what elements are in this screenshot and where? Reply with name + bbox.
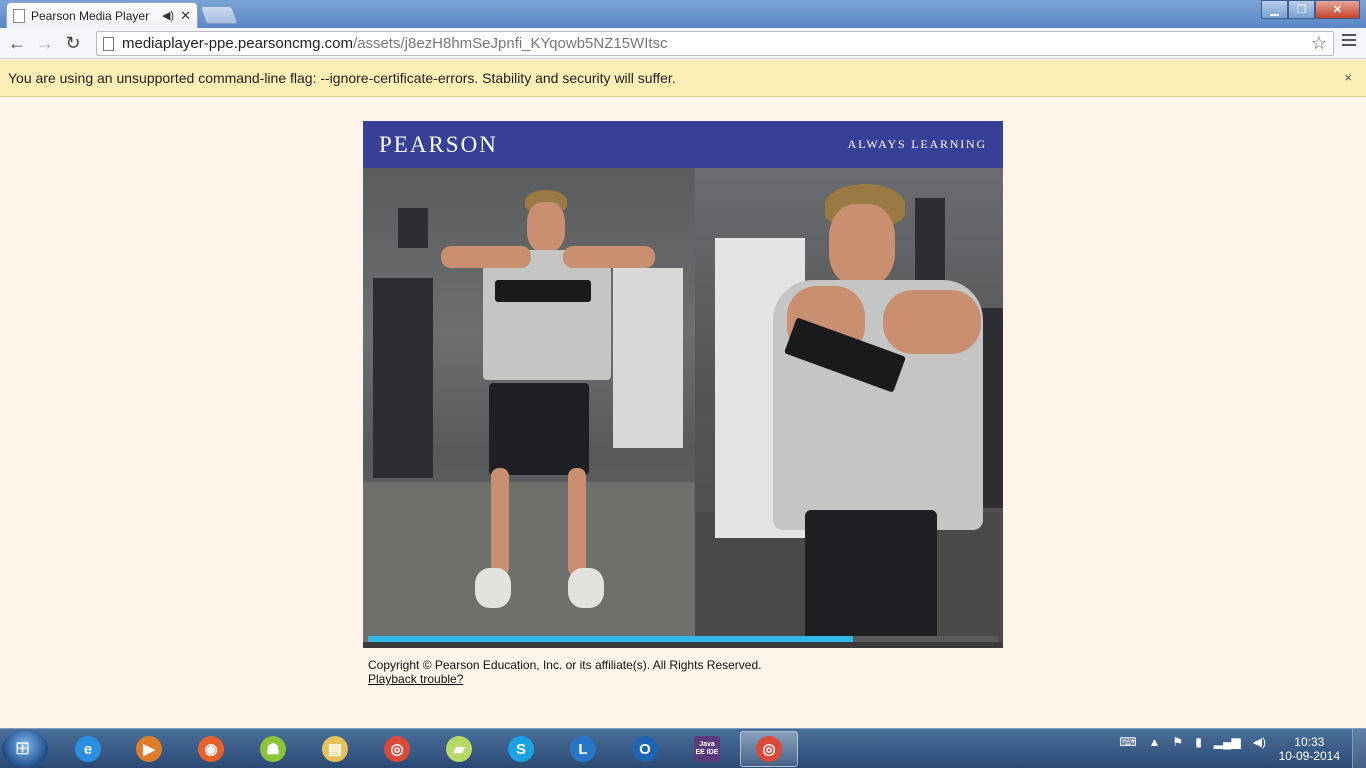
page-icon	[103, 36, 114, 51]
network-icon[interactable]: ▂▄▆	[1214, 735, 1241, 749]
chrome-icon: ◎	[384, 736, 410, 762]
taskbar-media-player-button[interactable]: ▶	[120, 731, 178, 767]
speaker-icon: ◀)	[161, 10, 175, 22]
bookmark-star-icon[interactable]: ☆	[1311, 33, 1327, 54]
new-tab-button[interactable]	[199, 6, 239, 24]
internet-explorer-icon: e	[75, 736, 101, 762]
media-player-icon: ▶	[136, 736, 162, 762]
url-path: /assets/j8ezH8hmSeJpnfi_KYqowb5NZ15WItsc	[352, 35, 668, 52]
back-arrow-icon[interactable]: ←	[6, 32, 28, 54]
address-bar[interactable]: mediaplayer-ppe.pearsoncmg.com/assets/j8…	[96, 31, 1334, 56]
windows-taskbar: e ▶ ◉ ☗ ▤ ◎ ▰ S L O Java EE IDE ◎ ⌨ ▲ ⚑ ▮ ▂▄▆ ◀) 10…	[0, 728, 1366, 768]
keyboard-icon[interactable]: ⌨	[1119, 735, 1136, 749]
video-side-view	[695, 168, 1003, 642]
browser-toolbar: ← → ↻ mediaplayer-ppe.pearsoncmg.com/ass…	[0, 28, 1366, 59]
tagline: ALWAYS LEARNING	[847, 137, 987, 151]
left-arm	[441, 246, 531, 268]
maximize-button[interactable]: ❐	[1288, 0, 1315, 19]
taskbar-lync-button[interactable]: L	[554, 731, 612, 767]
sticky-notes-icon: ▰	[446, 736, 472, 762]
playback-trouble-link[interactable]: Playback trouble?	[368, 672, 463, 686]
start-button[interactable]	[2, 730, 48, 768]
minimize-button[interactable]: ▁	[1261, 0, 1288, 19]
skype-icon: S	[508, 736, 534, 762]
face	[829, 204, 895, 286]
video-frame[interactable]	[363, 168, 1003, 642]
close-window-button[interactable]: ✕	[1315, 0, 1360, 19]
lync-icon: L	[570, 736, 596, 762]
tab-title: Pearson Media Player	[31, 8, 150, 23]
progress-fill	[368, 636, 854, 642]
system-tray: ⌨ ▲ ⚑ ▮ ▂▄▆ ◀)	[1119, 735, 1266, 749]
right-leg	[568, 468, 586, 576]
right-arm	[563, 246, 655, 268]
video-progress-bar[interactable]	[368, 636, 998, 642]
clock-time: 10:33	[1294, 735, 1325, 749]
url-host: mediaplayer-ppe.pearsoncmg.com	[122, 35, 353, 52]
taskbar-internet-explorer-button[interactable]: e	[59, 731, 117, 767]
pearson-logo: PEARSON	[379, 131, 498, 157]
window-controls: ▁ ❐ ✕	[1261, 0, 1360, 19]
window-titlebar: Pearson Media Player ◀) ✕ ▁ ❐ ✕	[0, 0, 1366, 28]
taskbar-outlook-button[interactable]: O	[616, 731, 674, 767]
right-shoe	[568, 568, 604, 608]
shorts	[805, 510, 937, 642]
taskbar-skype-button[interactable]: S	[492, 731, 550, 767]
show-hidden-icons-icon[interactable]: ▲	[1149, 735, 1161, 749]
right-arm	[883, 290, 981, 354]
tab-close-icon[interactable]: ✕	[180, 8, 191, 24]
left-shoe	[475, 568, 511, 608]
taskbar-chrome-active-button[interactable]: ◎	[740, 731, 798, 767]
taskbar-firefox-button[interactable]: ◉	[182, 731, 240, 767]
face	[527, 202, 565, 252]
firefox-icon: ◉	[198, 736, 224, 762]
shirt	[483, 250, 611, 380]
dumbbells	[495, 280, 591, 302]
player-header: PEARSON ALWAYS LEARNING	[363, 121, 1003, 168]
file-explorer-icon: ▤	[322, 736, 348, 762]
warning-infobar: You are using an unsupported command-lin…	[0, 60, 1366, 97]
page-icon	[13, 8, 25, 23]
copyright-text: Copyright © Pearson Education, Inc. or i…	[368, 658, 762, 672]
reload-icon[interactable]: ↻	[62, 32, 84, 54]
gym-machine	[613, 268, 683, 448]
taskbar-android-button[interactable]: ☗	[244, 731, 302, 767]
infobar-message: You are using an unsupported command-lin…	[8, 70, 676, 86]
taskbar-sticky-notes-button[interactable]: ▰	[430, 731, 488, 767]
video-front-view	[363, 168, 695, 642]
android-icon: ☗	[260, 736, 286, 762]
taskbar-file-explorer-button[interactable]: ▤	[306, 731, 364, 767]
taskbar-java-ee-ide-button[interactable]: Java EE IDE	[678, 731, 736, 767]
action-center-flag-icon[interactable]: ⚑	[1172, 735, 1183, 749]
chrome-active-icon: ◎	[756, 736, 782, 762]
volume-icon[interactable]: ◀)	[1253, 735, 1266, 749]
left-leg	[491, 468, 509, 576]
power-icon[interactable]: ▮	[1195, 735, 1202, 749]
media-player[interactable]: PEARSON ALWAYS LEARNING	[363, 121, 1003, 648]
gym-floor	[363, 482, 695, 642]
java-ee-ide-icon: Java EE IDE	[694, 736, 720, 762]
system-clock[interactable]: 10:33 10-09-2014	[1279, 735, 1340, 763]
forward-arrow-icon[interactable]: →	[34, 32, 56, 54]
clock-date: 10-09-2014	[1278, 749, 1340, 763]
player-footer: Copyright © Pearson Education, Inc. or i…	[368, 658, 761, 686]
menu-icon[interactable]	[1342, 34, 1356, 49]
browser-tab[interactable]: Pearson Media Player ◀) ✕	[6, 2, 198, 28]
outlook-icon: O	[632, 736, 658, 762]
wall-speaker	[398, 208, 428, 248]
show-desktop-button[interactable]	[1352, 729, 1366, 768]
taskbar-chrome-button[interactable]: ◎	[368, 731, 426, 767]
gym-machine	[373, 278, 433, 478]
infobar-close-icon[interactable]: ×	[1344, 70, 1352, 85]
shorts	[489, 383, 589, 475]
